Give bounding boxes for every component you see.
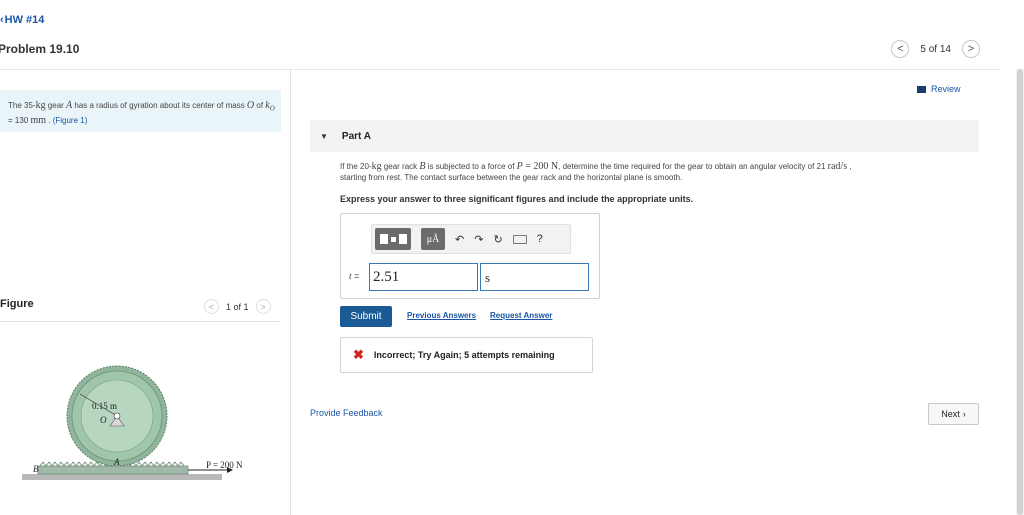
help-button[interactable]: ? — [537, 228, 543, 250]
redo-icon: ↷ — [474, 233, 484, 246]
provide-feedback-link[interactable]: Provide Feedback — [310, 408, 383, 418]
center-label: O — [100, 415, 107, 425]
request-answer-link[interactable]: Request Answer — [490, 311, 552, 320]
gear-label: A — [113, 457, 120, 467]
answer-box: μÅ ↶ ↷ ↻ ? t = 2.51 s — [340, 213, 600, 299]
template-small-icon — [390, 236, 396, 242]
templates-button[interactable] — [375, 228, 411, 250]
panel-divider — [290, 69, 291, 515]
gear-rack — [37, 465, 189, 475]
question-fragment: , — [847, 162, 852, 171]
header-divider — [0, 69, 1000, 70]
feedback-message: Incorrect; Try Again; 5 attempts remaini… — [373, 350, 555, 360]
force-value: = 200 — [522, 161, 551, 172]
chevron-right-icon: > — [260, 301, 266, 312]
previous-problem-button[interactable]: < — [891, 40, 910, 58]
template-block-icon — [398, 234, 407, 244]
k-value: = 130 — [8, 115, 31, 125]
problem-pager: < 5 of 14 > — [891, 40, 980, 58]
question-line-2: starting from rest. The contact surface … — [340, 173, 683, 182]
radius-label: 0.15 m — [92, 401, 117, 411]
next-problem-button[interactable]: > — [962, 40, 980, 58]
reset-icon: ↻ — [493, 233, 503, 246]
next-figure-button[interactable]: > — [255, 299, 271, 314]
keyboard-button[interactable] — [512, 228, 527, 250]
answer-instruction: Express your answer to three significant… — [340, 194, 694, 204]
question-fragment: is subjected to a force of — [425, 162, 517, 171]
answer-feedback: ✖ Incorrect; Try Again; 5 attempts remai… — [340, 337, 593, 373]
question-fragment: If the 20- — [340, 162, 372, 171]
answer-variable-label: t = — [349, 271, 359, 281]
question-fragment: gear rack — [381, 162, 420, 171]
problem-text: has a radius of gyration about its cente… — [72, 101, 247, 110]
keyboard-icon — [512, 234, 527, 244]
previous-figure-button[interactable]: < — [204, 299, 219, 314]
chevron-right-icon: › — [962, 409, 966, 419]
center-pin — [113, 412, 121, 420]
mass-unit: kg — [35, 100, 46, 111]
force-label: P = 200 N — [206, 460, 243, 470]
part-label: Part A — [341, 130, 372, 142]
figure-link[interactable]: (Figure 1) — [53, 116, 88, 125]
scrollbar-thumb[interactable] — [1017, 69, 1023, 515]
question-fragment: , determine the time required for the ge… — [558, 162, 828, 171]
submit-button[interactable]: Submit — [340, 306, 392, 327]
undo-icon: ↶ — [455, 233, 465, 246]
redo-button[interactable]: ↷ — [474, 228, 483, 250]
ground-plane — [22, 474, 222, 480]
problem-text: The 35- — [8, 101, 36, 110]
back-to-assignment-link[interactable]: ‹HW #14 — [0, 14, 44, 26]
collapse-triangle-icon: ▼ — [320, 131, 328, 141]
gear-rack-figure: 0.15 m O A B P = 200 N — [22, 365, 243, 480]
chevron-left-icon: < — [208, 301, 215, 312]
rack-label: B — [33, 464, 39, 474]
problem-position: 5 of 14 — [920, 43, 951, 55]
next-label: Next — [941, 409, 960, 419]
chevron-left-icon: < — [897, 43, 904, 55]
figure-heading: Figure — [0, 298, 34, 310]
problem-text: gear — [45, 101, 67, 110]
problem-title: Problem 19.10 — [0, 42, 80, 56]
answer-value-input[interactable]: 2.51 — [369, 263, 478, 291]
figure-divider — [0, 321, 281, 322]
k-subscript: O — [269, 104, 275, 113]
answer-unit-input[interactable]: s — [480, 263, 589, 291]
review-link[interactable]: Review — [917, 84, 961, 94]
mass-unit: kg — [371, 161, 382, 172]
part-a-header[interactable]: ▼ Part A — [310, 120, 979, 152]
template-block-icon — [379, 234, 388, 244]
review-label: Review — [931, 84, 961, 94]
reset-button[interactable]: ↻ — [493, 228, 502, 250]
question-text: If the 20-kg gear rack B is subjected to… — [340, 161, 980, 183]
angular-velocity-unit: rad/s — [827, 161, 848, 172]
chevron-left-icon: ‹ — [0, 14, 4, 26]
equals-sign: = — [351, 271, 360, 281]
assignment-name: HW #14 — [4, 14, 45, 26]
book-icon — [917, 85, 926, 93]
question-line-1: If the 20-kg gear rack B is subjected to… — [340, 161, 980, 172]
next-button[interactable]: Next › — [928, 403, 979, 425]
app-root: ‹HW #14 Problem 19.10 < 5 of 14 > The 35… — [0, 0, 1024, 515]
incorrect-icon: ✖ — [353, 347, 364, 362]
figure-pager: < 1 of 1 > — [204, 299, 271, 314]
undo-button[interactable]: ↶ — [455, 228, 464, 250]
units-button[interactable]: μÅ — [421, 228, 445, 250]
figure-position: 1 of 1 — [226, 301, 249, 312]
problem-text: of — [254, 101, 266, 110]
k-unit: mm — [30, 114, 47, 126]
problem-statement: The 35-kg gear A has a radius of gyratio… — [0, 90, 281, 132]
chevron-right-icon: > — [967, 43, 975, 55]
previous-answers-link[interactable]: Previous Answers — [407, 311, 476, 320]
math-toolbar: μÅ ↶ ↷ ↻ ? — [371, 224, 571, 254]
